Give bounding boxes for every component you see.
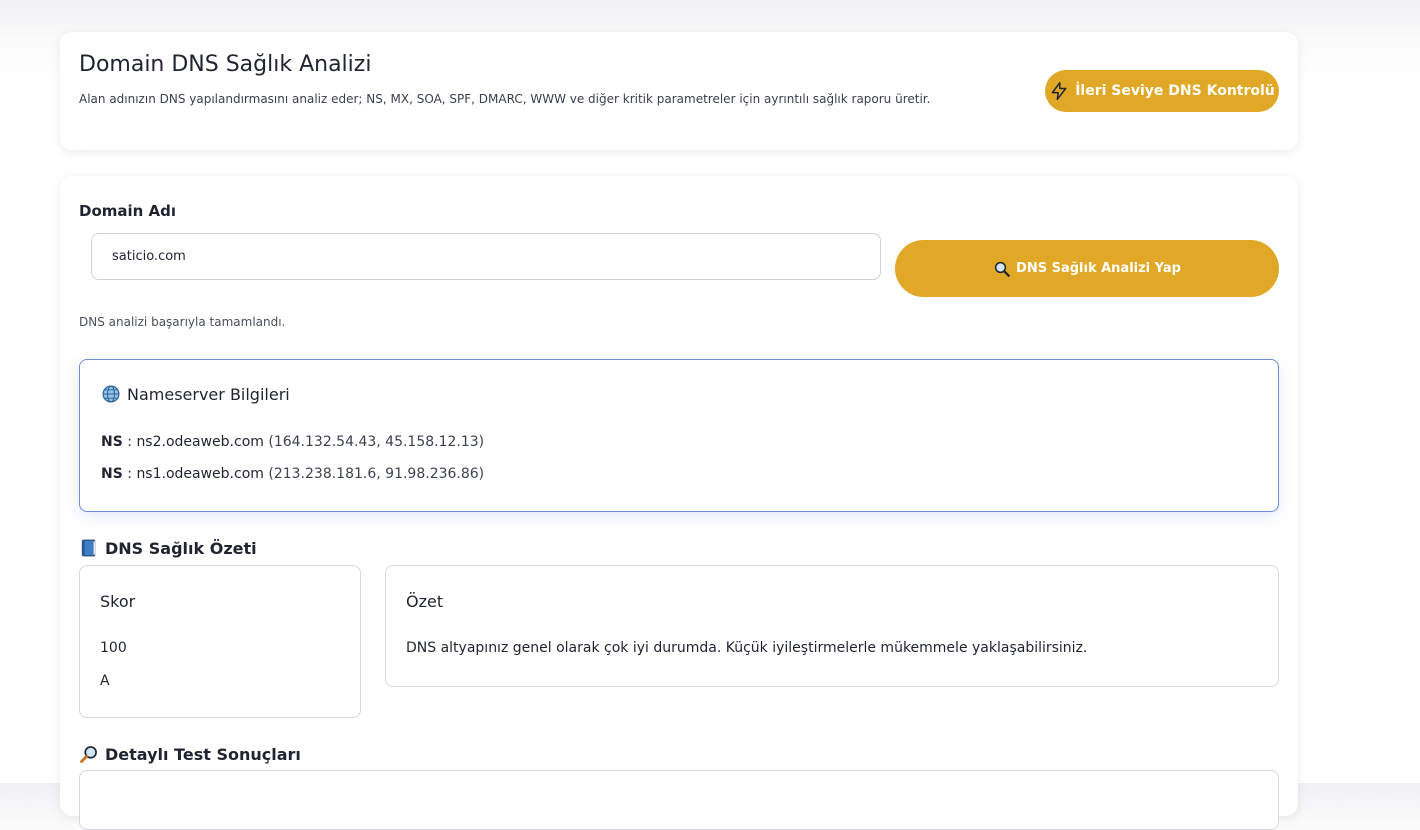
analysis-card: Domain Adı DNS Sağlık Analizi Yap DNS an… [60, 176, 1298, 830]
nameserver-title-text: Nameserver Bilgileri [127, 384, 290, 404]
score-value: 100 [100, 640, 127, 656]
ns-ips: (213.238.181.6, 91.98.236.86) [268, 466, 485, 482]
page-subtitle: Alan adınızın DNS yapılandırmasını anali… [79, 92, 931, 106]
ns-host: ns1.odeaweb.com [136, 466, 264, 482]
magnifier-icon [80, 746, 97, 763]
ns-host: ns2.odeaweb.com [136, 434, 264, 450]
advanced-dns-check-button[interactable]: İleri Seviye DNS Kontrolü [1045, 70, 1279, 112]
ns-key: NS [101, 466, 123, 482]
score-panel: Skor 100 A [79, 565, 361, 718]
summary-text: DNS altyapınız genel olarak çok iyi duru… [406, 640, 1088, 656]
details-heading-text: Detaylı Test Sonuçları [105, 744, 301, 764]
score-grade: A [100, 673, 110, 689]
score-title: Skor [100, 592, 136, 611]
advanced-dns-check-label: İleri Seviye DNS Kontrolü [1075, 83, 1275, 99]
summary-heading: DNS Sağlık Özeti [79, 538, 257, 558]
status-message: DNS analizi başarıyla tamamlandı. [79, 315, 286, 329]
details-panel [79, 770, 1279, 830]
dns-analyze-button[interactable]: DNS Sağlık Analizi Yap [895, 240, 1279, 297]
nameserver-row: NS : ns2.odeaweb.com (164.132.54.43, 45.… [101, 434, 485, 450]
page-title: Domain DNS Sağlık Analizi [79, 52, 372, 77]
details-heading: Detaylı Test Sonuçları [79, 744, 301, 764]
summary-heading-text: DNS Sağlık Özeti [105, 538, 257, 558]
nameserver-title: Nameserver Bilgileri [101, 384, 290, 404]
summary-title: Özet [406, 592, 444, 611]
dns-analyze-label: DNS Sağlık Analizi Yap [1016, 261, 1181, 276]
domain-field-label: Domain Adı [79, 202, 177, 220]
magnifier-icon [994, 261, 1010, 277]
summary-panel: Özet DNS altyapınız genel olarak çok iyi… [385, 565, 1279, 687]
domain-input[interactable] [91, 233, 881, 280]
globe-icon [102, 385, 120, 403]
book-icon [81, 539, 96, 557]
header-card: Domain DNS Sağlık Analizi Alan adınızın … [60, 32, 1298, 150]
lightning-icon [1051, 81, 1067, 101]
ns-key: NS [101, 434, 123, 450]
nameserver-row: NS : ns1.odeaweb.com (213.238.181.6, 91.… [101, 466, 485, 482]
nameserver-panel: Nameserver Bilgileri NS : ns2.odeaweb.co… [79, 359, 1279, 512]
ns-ips: (164.132.54.43, 45.158.12.13) [268, 434, 485, 450]
